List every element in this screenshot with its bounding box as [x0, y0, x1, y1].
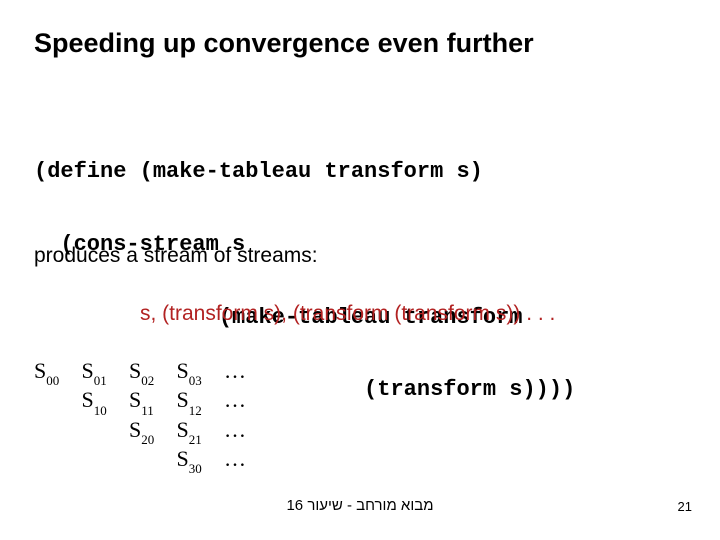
ellipsis: … [224, 358, 246, 383]
produces-text: produces a stream of streams: [34, 244, 318, 268]
ellipsis: … [224, 417, 246, 442]
tableau-matrix: S00 S01 S02 S03 … S10 S11 S12 … S20 S21 … [34, 358, 246, 475]
stream-sequence: s, (transform s), (transform (transform … [140, 302, 555, 326]
slide-title: Speeding up convergence even further [34, 28, 534, 59]
footer-text: מבוא מורחב - שיעור 16 [0, 497, 720, 514]
page-number: 21 [678, 499, 692, 514]
matrix-row-0: S00 S01 S02 S03 … [34, 358, 246, 387]
matrix-row-2: S20 S21 … [34, 417, 246, 446]
ellipsis: … [224, 387, 246, 412]
matrix-row-3: S30 … [34, 446, 246, 475]
slide: Speeding up convergence even further (de… [0, 0, 720, 540]
ellipsis: … [224, 446, 246, 471]
code-line-1: (define (make-tableau transform s) [34, 160, 575, 184]
matrix-row-1: S10 S11 S12 … [34, 387, 246, 416]
